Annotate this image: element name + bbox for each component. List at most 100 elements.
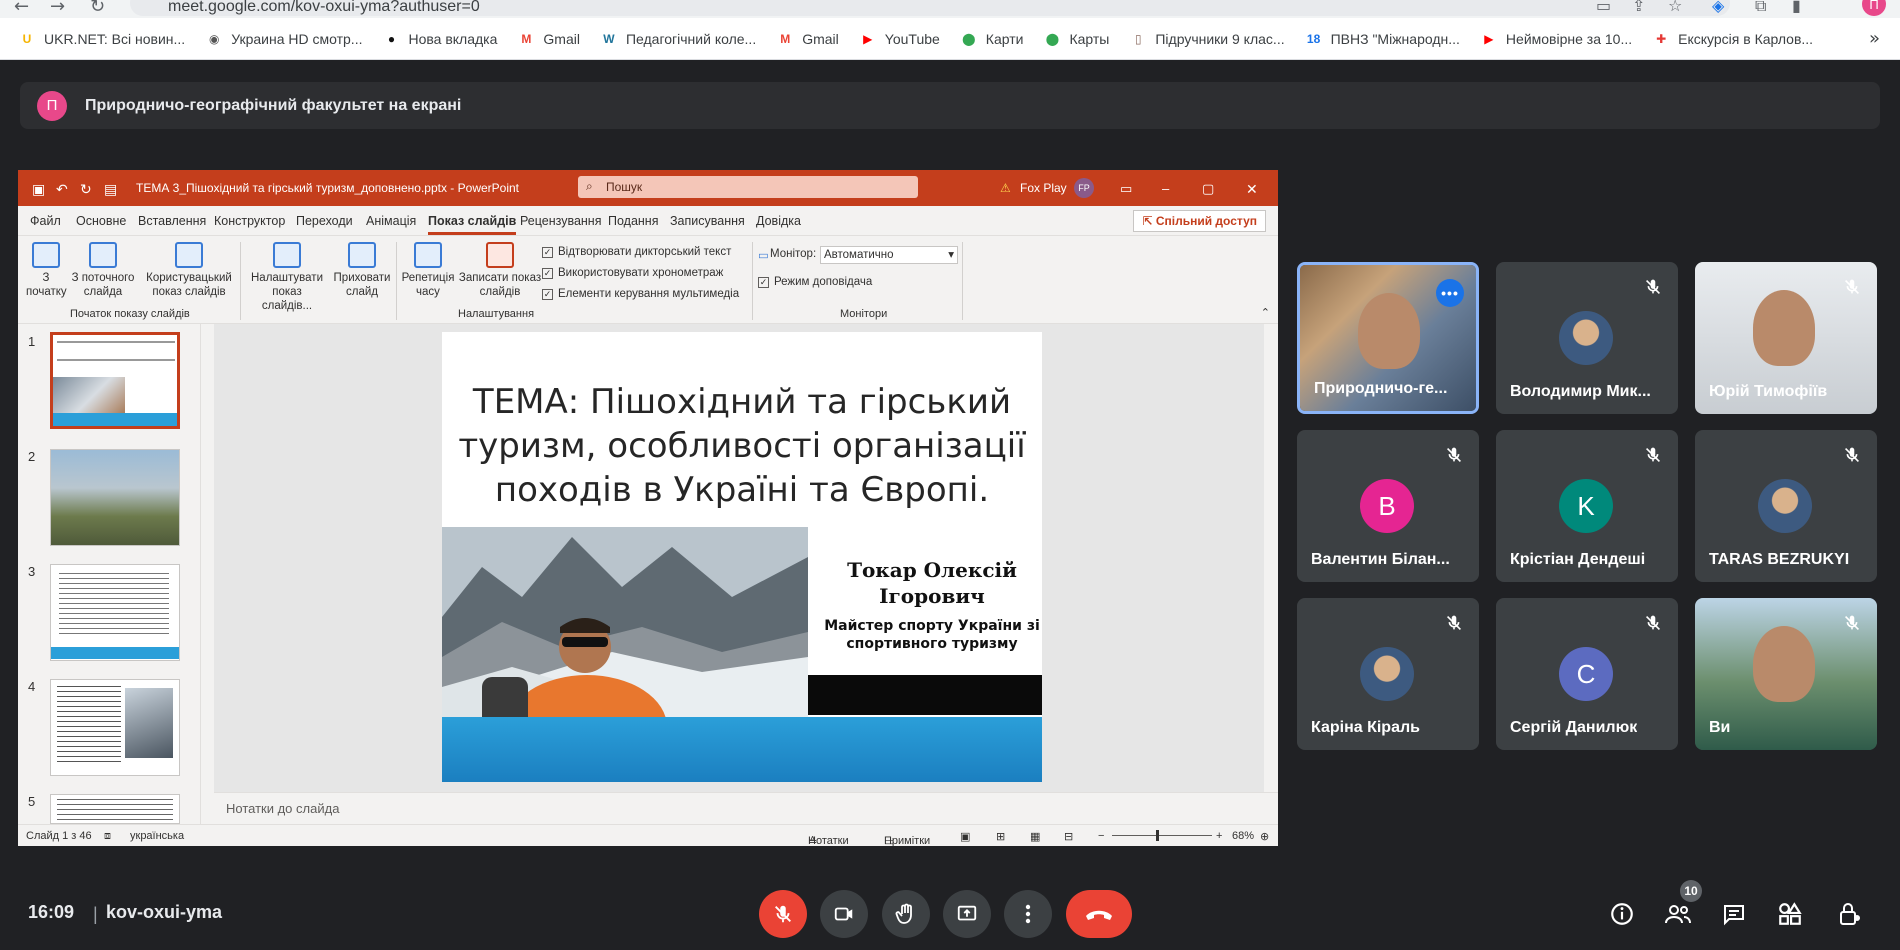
hide-slide-button[interactable]: Приховати слайд: [332, 242, 392, 299]
powerpoint-search[interactable]: ⌕ Пошук: [578, 176, 918, 198]
tab-search-icon[interactable]: ▮: [1792, 0, 1801, 15]
slide-thumbnail[interactable]: [50, 794, 180, 824]
redo-icon[interactable]: ↻: [80, 181, 92, 198]
ribbon-tab[interactable]: Вставлення: [138, 214, 206, 228]
participant-tile[interactable]: Юрій Тимофіїв: [1695, 262, 1877, 414]
zoom-slider-thumb[interactable]: [1156, 830, 1159, 841]
participant-tile[interactable]: Ви: [1695, 598, 1877, 750]
from-start-button[interactable]: З початку: [26, 242, 67, 299]
maximize-icon[interactable]: ▢: [1202, 181, 1214, 197]
slide-thumbnail[interactable]: [50, 679, 180, 776]
address-bar[interactable]: meet.google.com/kov-oxui-yma?authuser=0: [130, 0, 1730, 16]
ribbon-tab[interactable]: Анімація: [366, 214, 416, 228]
profile-avatar[interactable]: П: [1862, 0, 1886, 16]
fit-slide-icon[interactable]: ⊕: [1260, 830, 1269, 843]
mic-toggle-button[interactable]: [759, 890, 807, 938]
reload-icon[interactable]: ↻: [90, 0, 105, 17]
bookmarks-overflow-icon[interactable]: »: [1869, 28, 1880, 49]
back-icon[interactable]: ←: [14, 0, 29, 17]
current-slide[interactable]: ТЕМА: Пішохідний та гірський туризм, осо…: [442, 332, 1042, 782]
zoom-in-icon[interactable]: +: [1216, 830, 1222, 842]
bookmark-item[interactable]: ▶ Неймовірне за 10...: [1480, 30, 1632, 48]
from-current-button[interactable]: З поточного слайда: [70, 242, 136, 299]
bookmark-item[interactable]: M Gmail: [517, 30, 580, 48]
normal-view-icon[interactable]: ▣: [960, 830, 970, 843]
rehearse-button[interactable]: Репетиція часу: [400, 242, 456, 299]
ribbon-tab[interactable]: Основне: [76, 214, 126, 228]
ribbon-tab[interactable]: Записування: [670, 214, 745, 228]
bookmark-item[interactable]: ▯ Підручники 9 клас...: [1129, 30, 1285, 48]
activities-button[interactable]: [1774, 898, 1806, 930]
bookmark-item[interactable]: ● Нова вкладка: [382, 30, 498, 48]
close-icon[interactable]: ✕: [1246, 181, 1258, 198]
extensions-puzzle-icon[interactable]: ⧉: [1755, 0, 1766, 16]
participant-tile[interactable]: K Крістіан Дендеші: [1496, 430, 1678, 582]
bookmark-item[interactable]: ◉ Украина HD смотр...: [205, 30, 363, 48]
participant-tile[interactable]: TARAS BEZRUKYI: [1695, 430, 1877, 582]
bookmark-item[interactable]: ▶ YouTube: [859, 30, 940, 48]
thumbnails-scrollbar[interactable]: [200, 324, 212, 824]
bookmark-star-icon[interactable]: ☆: [1668, 0, 1682, 15]
language-label[interactable]: українська: [130, 830, 184, 842]
custom-show-button[interactable]: Користувацький показ слайдів: [144, 242, 234, 299]
notes-pane[interactable]: Нотатки до слайда: [214, 792, 1278, 824]
ribbon-tab[interactable]: Файл: [30, 214, 61, 228]
participant-tile[interactable]: ••• Природничо-ге...: [1297, 262, 1479, 414]
sorter-view-icon[interactable]: ⊞: [996, 830, 1005, 843]
bookmark-item[interactable]: 18 ПВНЗ "Міжнародн...: [1305, 30, 1460, 48]
leave-call-button[interactable]: [1066, 890, 1132, 938]
participant-tile[interactable]: Володимир Мик...: [1496, 262, 1678, 414]
accessibility-icon[interactable]: ⧈: [104, 830, 111, 843]
reading-view-icon[interactable]: ▦: [1030, 830, 1040, 843]
media-controls-checkbox[interactable]: ✓ Елементи керування мультимедіа: [542, 288, 739, 300]
slide-thumbnail[interactable]: [50, 449, 180, 546]
participant-tile[interactable]: Каріна Кіраль: [1297, 598, 1479, 750]
zoom-out-icon[interactable]: −: [1098, 830, 1104, 842]
participant-tile[interactable]: C Сергій Данилюк: [1496, 598, 1678, 750]
participants-button[interactable]: [1662, 898, 1694, 930]
ribbon-tab[interactable]: Переходи: [296, 214, 353, 228]
bookmark-item[interactable]: ⬤ Карти: [960, 30, 1023, 48]
setup-show-button[interactable]: Налаштувати показ слайдів...: [246, 242, 328, 313]
slide-thumbnail[interactable]: [50, 564, 180, 661]
raise-hand-button[interactable]: [882, 890, 930, 938]
present-screen-button[interactable]: [943, 890, 991, 938]
zoom-level[interactable]: 68%: [1232, 830, 1254, 842]
minimize-icon[interactable]: –: [1162, 181, 1169, 196]
more-dots-icon[interactable]: •••: [1436, 279, 1464, 307]
ribbon-tab[interactable]: Рецензування: [520, 214, 601, 228]
participant-tile[interactable]: В Валентин Білан...: [1297, 430, 1479, 582]
ribbon-tab[interactable]: Подання: [608, 214, 658, 228]
host-controls-button[interactable]: [1834, 898, 1866, 930]
forward-icon[interactable]: →: [50, 0, 65, 17]
ribbon-tab[interactable]: Довідка: [756, 214, 801, 228]
share-button[interactable]: ⇱ Спільний доступ: [1133, 210, 1266, 232]
slide-thumbnail[interactable]: [50, 332, 180, 429]
ribbon-tab[interactable]: Показ слайдів: [428, 214, 517, 235]
ribbon-display-icon[interactable]: ▭: [1120, 181, 1132, 197]
save-icon[interactable]: ▣: [32, 181, 45, 198]
collapse-ribbon-icon[interactable]: ⌃: [1261, 306, 1270, 319]
install-icon[interactable]: ▭: [1596, 0, 1611, 15]
zoom-slider[interactable]: [1112, 835, 1212, 836]
record-button[interactable]: Записати показ слайдів: [458, 242, 542, 299]
bookmark-item[interactable]: M Gmail: [776, 30, 839, 48]
present-icon[interactable]: ▤: [104, 181, 117, 198]
bookmark-item[interactable]: W Педагогічний коле...: [600, 30, 756, 48]
chat-button[interactable]: [1718, 898, 1750, 930]
extension-icon[interactable]: ◈: [1712, 0, 1724, 15]
undo-icon[interactable]: ↶: [56, 181, 68, 198]
share-page-icon[interactable]: ⇪: [1632, 0, 1645, 15]
more-options-button[interactable]: [1004, 890, 1052, 938]
bookmark-item[interactable]: ✚ Екскурсія в Карлов...: [1652, 30, 1813, 48]
timings-checkbox[interactable]: ✓ Використовувати хронометраж: [542, 267, 723, 279]
account-avatar[interactable]: FP: [1074, 178, 1094, 198]
ribbon-tab[interactable]: Конструктор: [214, 214, 285, 228]
narration-checkbox[interactable]: ✓ Відтворювати дикторський текст: [542, 246, 731, 258]
bookmark-item[interactable]: ⬤ Карты: [1043, 30, 1110, 48]
monitor-select[interactable]: Автоматично ▾: [820, 246, 958, 264]
meeting-details-button[interactable]: [1606, 898, 1638, 930]
bookmark-item[interactable]: U UKR.NET: Всі новин...: [18, 30, 186, 48]
slideshow-view-icon[interactable]: ⊟: [1064, 830, 1073, 843]
slide-scrollbar[interactable]: [1264, 324, 1278, 792]
